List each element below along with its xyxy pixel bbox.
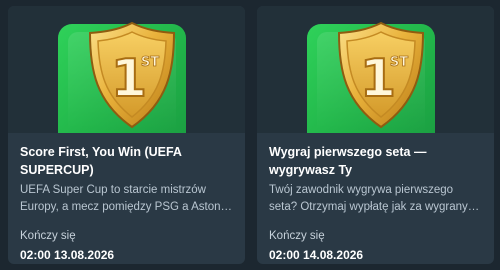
ends-label: Kończy się: [20, 230, 76, 242]
promotion-card[interactable]: 1 ST Wygraj pierwszego seta — wygrywasz …: [257, 6, 494, 264]
promotion-card-image: 1 ST: [257, 6, 494, 133]
promotion-title: Score First, You Win (UEFA SUPERCUP): [20, 145, 182, 177]
promotion-description: UEFA Super Cup to starcie mistrzów Europ…: [20, 184, 232, 213]
promotions-grid: 1 ST Score First, You Win (UEFA SUPERCUP…: [0, 0, 500, 270]
badge-suffix: ST: [390, 55, 408, 70]
promotion-description: Twój zawodnik wygrywa pierwszego seta? O…: [269, 184, 480, 213]
gold-first-place-shield-icon: 1 ST: [337, 21, 425, 129]
promotion-title: Wygraj pierwszego seta — wygrywasz Ty: [269, 145, 427, 177]
ends-date: 02:00 13.08.2026: [20, 248, 115, 262]
promotion-card-image: 1 ST: [8, 6, 245, 133]
ends-date: 02:00 14.08.2026: [269, 248, 364, 262]
badge-suffix: ST: [141, 55, 159, 70]
promotion-card[interactable]: 1 ST Score First, You Win (UEFA SUPERCUP…: [8, 6, 245, 264]
ends-label: Kończy się: [269, 230, 325, 242]
gold-first-place-shield-icon: 1 ST: [88, 21, 176, 129]
